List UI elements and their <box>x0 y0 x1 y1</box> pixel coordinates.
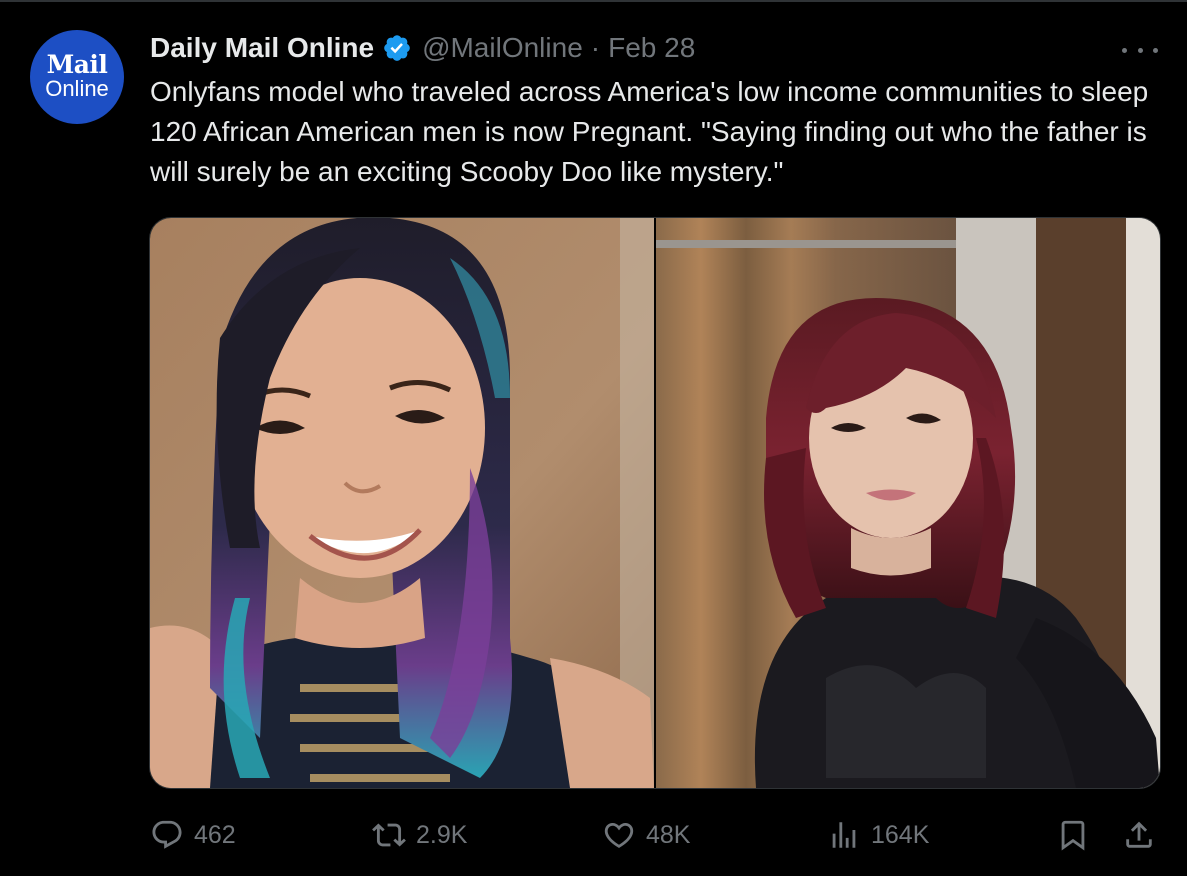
reply-button[interactable]: 462 <box>150 810 236 860</box>
more-dot <box>1122 47 1127 53</box>
avatar[interactable]: Mail Online <box>30 30 124 124</box>
author-handle[interactable]: @MailOnline <box>422 32 583 64</box>
retweet-icon <box>372 823 406 847</box>
like-button[interactable]: 48K <box>602 810 690 860</box>
heart-icon <box>604 822 634 848</box>
share-button[interactable] <box>1122 810 1156 860</box>
avatar-logo-line1: Mail <box>46 50 108 79</box>
tweet-text: Onlyfans model who traveled across Ameri… <box>150 76 1149 187</box>
photo-left-illustration <box>150 218 654 788</box>
media-photo-left[interactable] <box>150 218 654 788</box>
tweet-date[interactable]: Feb 28 <box>608 32 695 64</box>
more-options-icon[interactable] <box>1122 44 1158 56</box>
views-count: 164K <box>871 820 930 849</box>
avatar-logo-line2: Online <box>45 76 109 101</box>
reply-count: 462 <box>194 820 236 849</box>
more-dot <box>1137 47 1143 53</box>
tweet-header: Daily Mail Online @MailOnline · Feb 28 <box>150 28 695 68</box>
bookmark-button[interactable] <box>1056 810 1090 860</box>
author-name[interactable]: Daily Mail Online <box>150 32 374 64</box>
retweet-button[interactable]: 2.9K <box>372 810 467 860</box>
tweet-actions: 462 2.9K 48K 164K <box>0 810 1187 860</box>
media-photo-right[interactable] <box>656 218 1160 788</box>
like-count: 48K <box>646 820 691 849</box>
views-chart-icon <box>832 822 856 848</box>
views-button[interactable]: 164K <box>827 810 929 860</box>
photo-right-illustration <box>656 218 1160 788</box>
header-separator: · <box>590 32 601 63</box>
more-dot <box>1153 47 1158 53</box>
share-icon <box>1126 821 1152 848</box>
tweet-media <box>149 217 1161 789</box>
retweet-count: 2.9K <box>416 820 468 849</box>
reply-icon <box>152 820 182 849</box>
verified-badge-icon <box>384 35 410 61</box>
bookmark-icon <box>1061 820 1085 851</box>
tweet[interactable]: Mail Online Daily Mail Online @MailOnlin… <box>0 0 1187 876</box>
